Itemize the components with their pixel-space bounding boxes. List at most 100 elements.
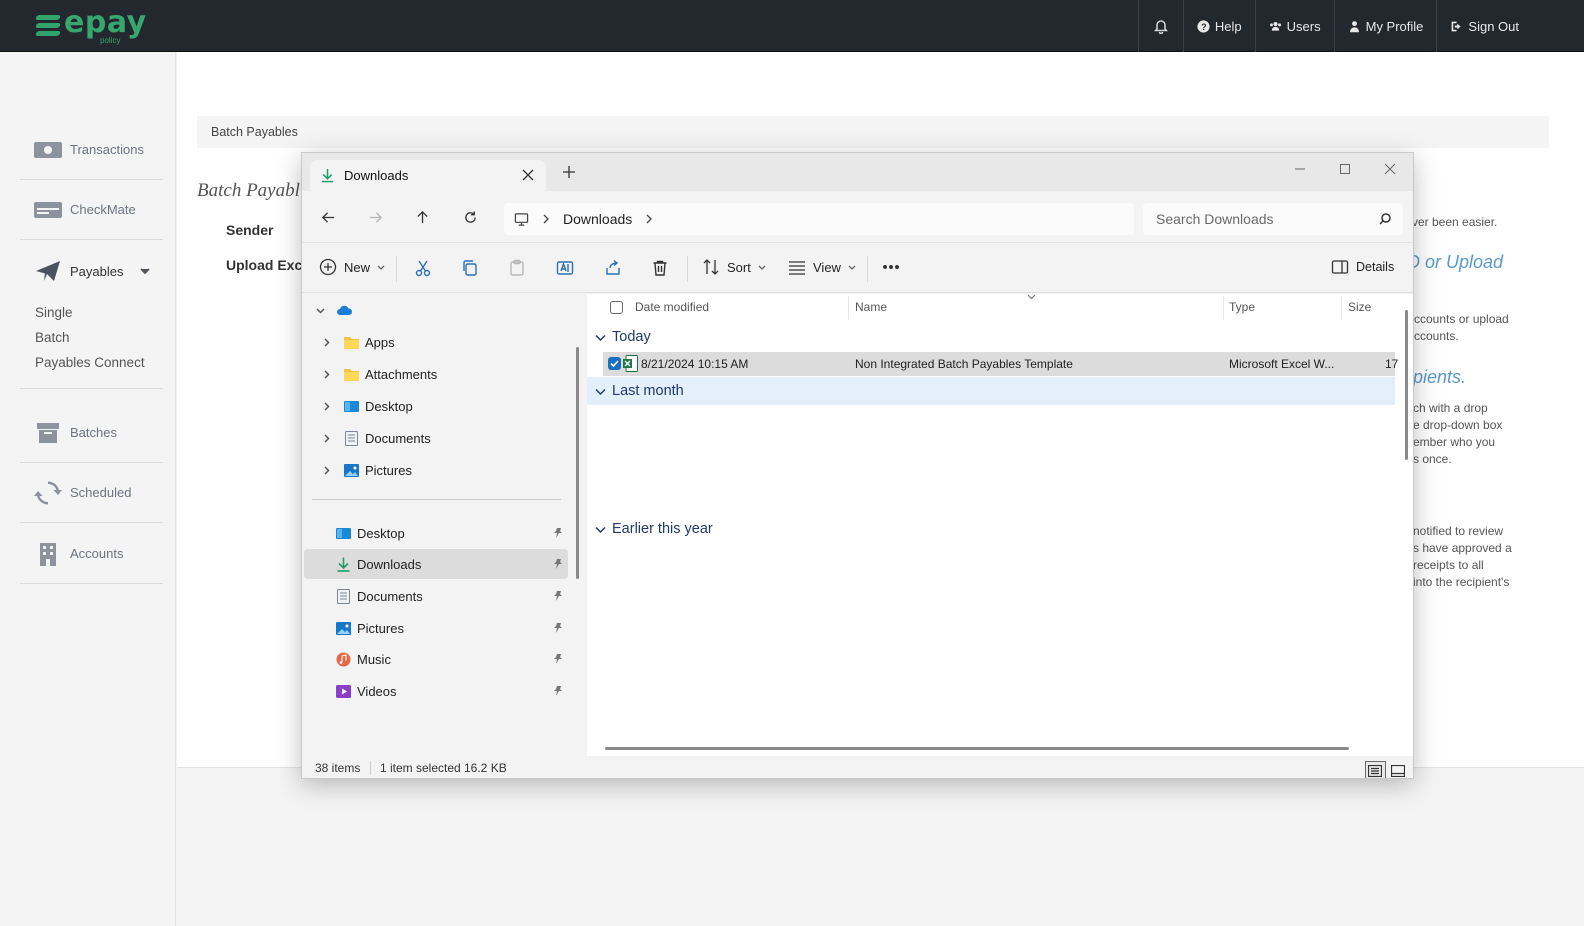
section-text: notified to review <box>1413 524 1504 538</box>
column-header-size[interactable]: Size <box>1348 294 1371 320</box>
my-profile-link[interactable]: My Profile <box>1333 0 1437 52</box>
tree-item-label: Documents <box>365 430 431 446</box>
address-crumb-downloads[interactable]: Downloads <box>563 211 632 227</box>
file-explorer-window[interactable]: Downloads Downloads Search Downloads New <box>301 152 1414 779</box>
group-header-last-month[interactable]: Last month <box>595 383 684 399</box>
minimize-icon[interactable] <box>1290 159 1310 179</box>
nav-pane-scrollbar[interactable] <box>576 347 579 579</box>
tree-item-documents[interactable]: Documents <box>304 423 568 453</box>
details-view-button[interactable] <box>1365 761 1386 778</box>
sidebar-item-accounts[interactable]: Accounts <box>20 524 163 584</box>
group-header-today[interactable]: Today <box>595 329 651 345</box>
tree-item-attachments[interactable]: Attachments <box>304 359 568 389</box>
file-row-selected[interactable]: 8/21/2024 10:15 AM Non Integrated Batch … <box>603 352 1398 376</box>
horizontal-scrollbar[interactable] <box>605 747 1349 750</box>
column-label: Size <box>1348 300 1372 314</box>
close-tab-icon[interactable] <box>522 169 534 181</box>
cut-icon[interactable] <box>414 259 432 277</box>
back-icon[interactable] <box>321 210 336 225</box>
search-input[interactable]: Search Downloads <box>1143 203 1403 235</box>
quick-access-pictures[interactable]: Pictures <box>304 613 568 643</box>
sidebar-sub-batch[interactable]: Batch <box>35 330 70 345</box>
quick-access-downloads[interactable]: Downloads <box>304 549 568 579</box>
epay-logo[interactable]: epay policy <box>35 5 156 46</box>
sidebar-sub-payables-connect[interactable]: Payables Connect <box>35 355 145 370</box>
onedrive-cloud-icon <box>337 305 353 315</box>
details-button[interactable]: Details <box>1331 258 1394 276</box>
column-divider[interactable] <box>1341 296 1342 320</box>
rename-icon[interactable] <box>556 259 574 277</box>
column-divider[interactable] <box>848 296 849 320</box>
address-bar[interactable]: Downloads <box>504 203 1134 235</box>
tree-item-apps[interactable]: Apps <box>304 327 568 357</box>
divider <box>687 256 688 282</box>
pin-icon[interactable] <box>553 622 564 634</box>
quick-access-label: Pictures <box>357 620 404 636</box>
quick-access-label: Documents <box>357 588 423 604</box>
select-all-checkbox[interactable] <box>610 300 623 314</box>
archive-icon <box>37 422 59 443</box>
new-tab-icon[interactable] <box>562 165 576 179</box>
up-icon[interactable] <box>415 210 430 225</box>
copy-icon[interactable] <box>461 259 479 277</box>
more-options-button[interactable] <box>882 258 900 276</box>
add-circle-icon <box>319 258 337 276</box>
tiles-view-button[interactable] <box>1388 761 1409 778</box>
title-bar[interactable]: Downloads <box>302 153 1413 191</box>
users-link[interactable]: Users <box>1254 0 1334 52</box>
sidebar-item-transactions[interactable]: Transactions <box>20 120 163 180</box>
new-button[interactable]: New <box>319 258 385 276</box>
pin-icon[interactable] <box>553 527 564 539</box>
quick-access-music[interactable]: Music <box>304 644 568 674</box>
sidebar-item-label: Scheduled <box>70 485 132 500</box>
sidebar-item-payables[interactable]: Payables <box>20 241 163 301</box>
sidebar-item-batches[interactable]: Batches <box>20 403 163 463</box>
sidebar-item-checkmate[interactable]: CheckMate <box>20 180 163 240</box>
column-divider[interactable] <box>1223 296 1224 320</box>
pin-icon[interactable] <box>553 653 564 665</box>
user-icon <box>1349 20 1359 32</box>
tab-downloads[interactable]: Downloads <box>310 160 546 191</box>
close-icon[interactable] <box>1380 159 1400 179</box>
paste-icon[interactable] <box>508 259 526 277</box>
sort-button[interactable]: Sort <box>702 258 766 276</box>
item-count: 38 items <box>315 761 361 775</box>
column-header-date-modified[interactable]: Date modified <box>610 294 709 320</box>
view-button[interactable]: View <box>788 258 856 276</box>
logo-mark-icon <box>35 15 61 37</box>
chevron-right-icon[interactable] <box>644 214 654 224</box>
quick-access-documents[interactable]: Documents <box>304 581 568 611</box>
file-list-scrollbar[interactable] <box>1405 310 1408 460</box>
pin-icon[interactable] <box>553 558 564 570</box>
navigation-pane[interactable]: Apps Attachments Desktop Documents Pictu… <box>302 294 570 756</box>
pin-icon[interactable] <box>553 590 564 602</box>
sidebar-item-scheduled[interactable]: Scheduled <box>20 463 163 523</box>
divider <box>20 388 163 389</box>
column-header-name[interactable]: Name <box>855 294 887 320</box>
tree-onedrive[interactable] <box>304 295 568 325</box>
section-heading: D or Upload <box>1407 252 1504 272</box>
tree-item-pictures[interactable]: Pictures <box>304 455 568 485</box>
pin-icon[interactable] <box>553 685 564 697</box>
sidebar-sub-single[interactable]: Single <box>35 305 73 320</box>
share-icon[interactable] <box>604 259 622 277</box>
notifications-button[interactable] <box>1137 0 1183 52</box>
sender-label: Sender <box>226 222 274 238</box>
quick-access-videos[interactable]: Videos <box>304 676 568 706</box>
divider <box>396 256 397 282</box>
forward-icon[interactable] <box>368 210 383 225</box>
row-checkbox[interactable] <box>608 357 621 370</box>
refresh-icon[interactable] <box>463 210 478 225</box>
chevron-down-icon <box>140 268 150 275</box>
quick-access-desktop[interactable]: Desktop <box>304 518 568 548</box>
users-label: Users <box>1286 18 1321 34</box>
sign-out-link[interactable]: Sign Out <box>1436 0 1584 52</box>
column-header-type[interactable]: Type <box>1229 294 1255 320</box>
delete-icon[interactable] <box>651 259 669 277</box>
file-list[interactable]: Date modified Name Type Size Today 8/21/… <box>587 294 1413 756</box>
help-link[interactable]: ? Help <box>1182 0 1255 52</box>
group-header-earlier-this-year[interactable]: Earlier this year <box>595 521 713 537</box>
tree-item-desktop[interactable]: Desktop <box>304 391 568 421</box>
maximize-icon[interactable] <box>1335 159 1355 179</box>
column-label: Type <box>1229 300 1256 314</box>
